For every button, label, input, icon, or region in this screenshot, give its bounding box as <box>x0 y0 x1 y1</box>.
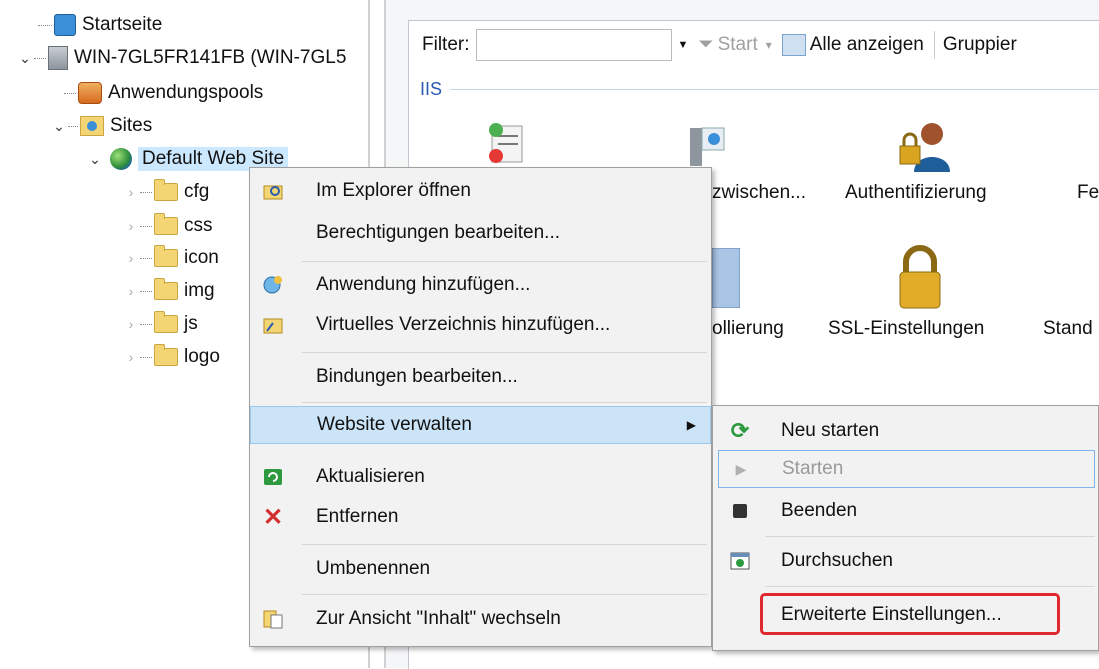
funnel-icon: ⏷ <box>698 34 714 55</box>
submenu-item-start[interactable]: ▶ Starten <box>718 450 1095 488</box>
menu-item-refresh[interactable]: Aktualisieren <box>250 458 711 496</box>
lock-icon <box>896 244 944 310</box>
play-icon: ▶ <box>735 460 747 477</box>
tree-item-folder[interactable]: › css <box>124 211 213 241</box>
group-header-iis: IIS <box>420 76 1099 102</box>
menu-item-manage-website[interactable]: Website verwalten ▶ <box>250 406 711 444</box>
tree-item-folder[interactable]: › img <box>124 276 215 306</box>
menu-separator <box>302 402 707 403</box>
group-by-button[interactable]: Gruppier <box>943 34 1017 56</box>
feature-output-caching[interactable]: zwischen... <box>712 182 806 204</box>
menu-item-switch-content-view[interactable]: Zur Ansicht "Inhalt" wechseln <box>250 600 711 638</box>
tree-item-app-pools[interactable]: Anwendungspools <box>62 78 263 108</box>
add-application-icon <box>262 274 284 296</box>
chevron-down-icon[interactable]: ⌄ <box>18 51 32 65</box>
request-filtering-icon <box>484 118 528 168</box>
chevron-down-icon[interactable]: ⌄ <box>52 119 66 133</box>
filter-toolbar: Filter: ▼ ⏷ Start ▾ Alle anzeigen Gruppi… <box>408 20 1099 70</box>
stop-icon <box>729 500 751 522</box>
tree-item-folder[interactable]: › js <box>124 309 198 339</box>
filter-dropdown-icon[interactable]: ▼ <box>678 39 689 51</box>
menu-separator <box>765 536 1095 537</box>
chevron-right-icon[interactable]: › <box>124 185 138 199</box>
logging-icon <box>711 247 741 309</box>
content-view-icon <box>262 608 284 630</box>
home-icon <box>54 14 76 36</box>
folder-icon <box>154 213 178 235</box>
toolbar-divider <box>933 31 935 59</box>
app-pool-icon <box>78 82 102 104</box>
submenu-item-stop[interactable]: Beenden <box>713 492 1098 530</box>
show-all-button[interactable]: Alle anzeigen <box>781 34 924 56</box>
menu-separator <box>302 594 707 595</box>
feature-partial-2[interactable]: Stand <box>1043 318 1093 340</box>
feature-logging[interactable]: ollierung <box>712 318 784 340</box>
menu-separator <box>765 586 1095 587</box>
menu-item-edit-bindings[interactable]: Bindungen bearbeiten... <box>250 358 711 396</box>
chevron-right-icon[interactable]: › <box>124 251 138 265</box>
chevron-down-icon: ▾ <box>765 38 772 52</box>
chevron-down-icon[interactable]: ⌄ <box>88 152 102 166</box>
tree-item-startseite[interactable]: Startseite <box>36 10 162 40</box>
refresh-icon <box>262 466 284 488</box>
folder-icon <box>154 245 178 267</box>
annotation-highlight-box <box>760 593 1060 635</box>
chevron-right-icon[interactable]: › <box>124 317 138 331</box>
browse-icon <box>729 550 751 572</box>
explorer-icon <box>262 180 284 202</box>
folder-icon <box>154 278 178 300</box>
group-divider <box>450 88 1099 90</box>
chevron-right-icon[interactable]: › <box>124 350 138 364</box>
menu-item-add-virtual-directory[interactable]: Virtuelles Verzeichnis hinzufügen... <box>250 306 711 344</box>
virtual-directory-icon <box>262 314 284 336</box>
feature-ssl-settings[interactable]: SSL-Einstellungen <box>828 318 984 340</box>
menu-item-rename[interactable]: Umbenennen <box>250 550 711 588</box>
menu-item-open-explorer[interactable]: Im Explorer öffnen <box>250 172 711 210</box>
feature-partial[interactable]: Fe <box>1077 182 1099 204</box>
authentication-icon <box>896 118 950 172</box>
tree-item-folder[interactable]: › icon <box>124 243 219 273</box>
folder-icon <box>154 344 178 366</box>
filter-label: Filter: <box>422 34 470 55</box>
tree-item-sites[interactable]: ⌄ Sites <box>52 111 152 141</box>
feature-authentication[interactable]: Authentifizierung <box>845 182 987 204</box>
filter-input[interactable] <box>475 29 672 61</box>
submenu-item-restart[interactable]: ⟳ Neu starten <box>713 412 1098 450</box>
folder-icon <box>154 311 178 333</box>
chevron-right-icon[interactable]: › <box>124 219 138 233</box>
server-icon <box>48 46 68 70</box>
show-all-icon <box>781 34 806 56</box>
menu-separator <box>302 544 707 545</box>
remove-icon: ✕ <box>262 503 284 531</box>
tree-item-folder[interactable]: › logo <box>124 342 220 372</box>
folder-icon <box>154 179 178 201</box>
restart-icon: ⟳ <box>730 418 750 443</box>
submenu-arrow-icon: ▶ <box>686 418 696 432</box>
menu-item-remove[interactable]: ✕ Entfernen <box>250 498 711 536</box>
menu-item-edit-permissions[interactable]: Berechtigungen bearbeiten... <box>250 214 711 252</box>
menu-item-add-application[interactable]: Anwendung hinzufügen... <box>250 266 711 304</box>
menu-separator <box>302 352 707 353</box>
start-filter-button[interactable]: ⏷ Start ▾ <box>698 34 771 56</box>
sites-icon <box>80 116 104 136</box>
context-menu: Im Explorer öffnen Berechtigungen bearbe… <box>249 167 712 647</box>
tree-item-server[interactable]: ⌄ WIN-7GL5FR141FB (WIN-7GL5 <box>18 43 346 73</box>
submenu-item-browse[interactable]: Durchsuchen <box>713 542 1098 580</box>
globe-icon <box>110 148 132 170</box>
tree-item-folder[interactable]: › cfg <box>124 177 209 207</box>
cache-icon <box>688 124 728 168</box>
chevron-right-icon[interactable]: › <box>124 284 138 298</box>
menu-separator <box>302 261 707 262</box>
